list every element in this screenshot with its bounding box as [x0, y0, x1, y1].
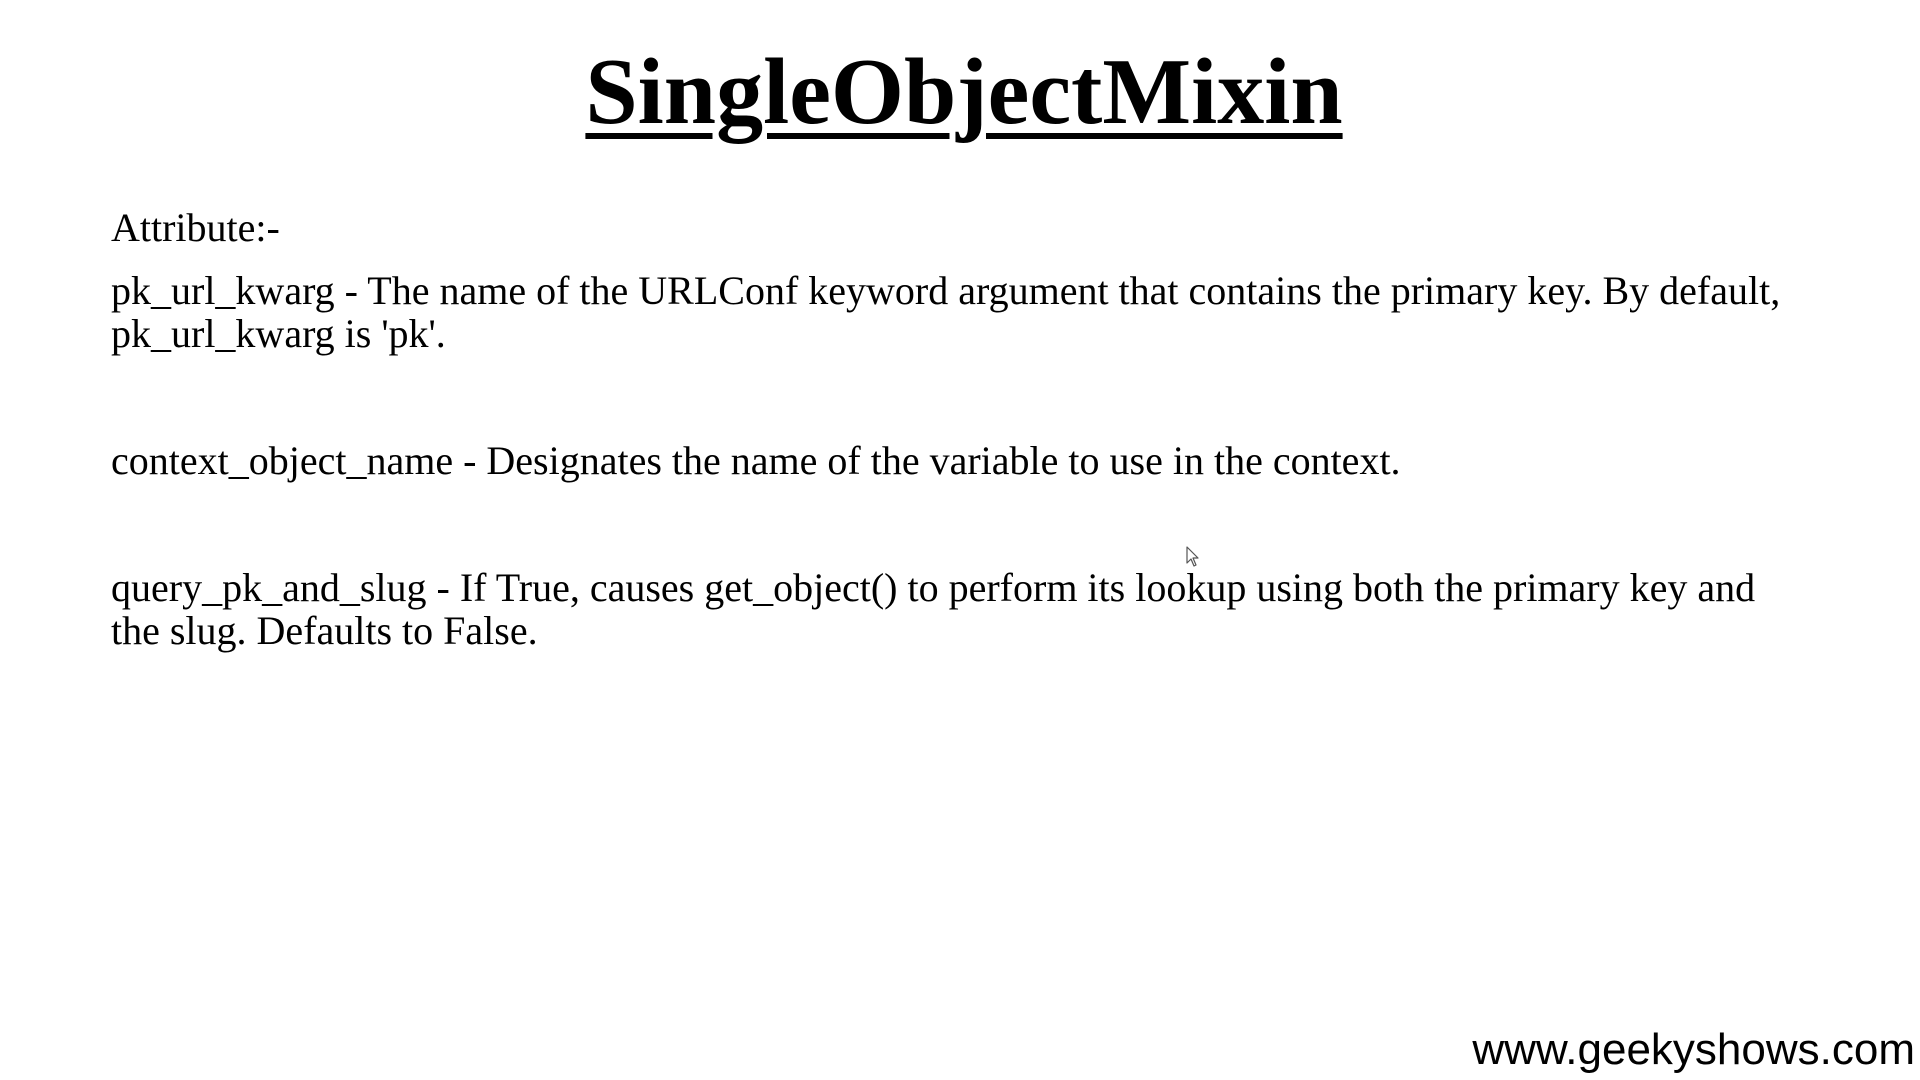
attribute-context-object-name: context_object_name - Designates the nam…: [111, 438, 1401, 483]
attributes-heading: Attribute:-: [111, 205, 280, 250]
slide: { "title": "SingleObjectMixin", "attribu…: [0, 0, 1920, 1080]
slide-title: SingleObjectMixin: [585, 40, 1343, 144]
attribute-query-pk-and-slug: query_pk_and_slug - If True, causes get_…: [111, 565, 1756, 653]
attribute-pk-url-kwarg: pk_url_kwarg - The name of the URLConf k…: [111, 268, 1781, 356]
attribute-list: Attribute:- pk_url_kwarg - The name of t…: [111, 206, 1791, 652]
website-url: www.geekyshows.com: [1472, 1025, 1915, 1074]
mouse-pointer-icon: [1186, 546, 1199, 567]
